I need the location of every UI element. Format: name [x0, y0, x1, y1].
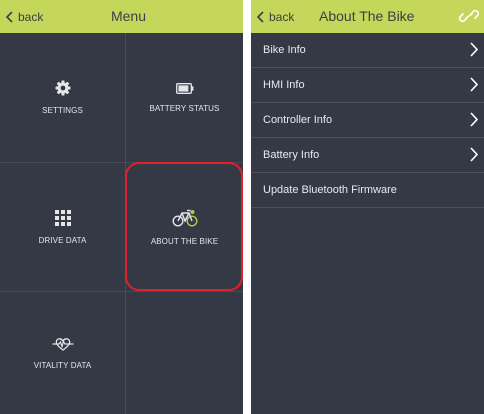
list-item-bike-info[interactable]: Bike Info [251, 33, 484, 68]
about-header: back About The Bike [251, 0, 484, 33]
list-item-label: Controller Info [263, 114, 333, 126]
tile-battery-status[interactable]: BATTERY STATUS [126, 33, 243, 162]
tile-label: BATTERY STATUS [149, 103, 220, 113]
bike-icon [171, 209, 198, 227]
chevron-left-icon [257, 10, 264, 23]
list-item-label: HMI Info [263, 79, 305, 91]
gear-icon [55, 80, 70, 96]
page-title: Menu [110, 8, 147, 24]
chevron-right-icon [470, 147, 478, 162]
menu-grid: SETTINGS BATTERY STATUS DRIVE DATA ABOUT… [0, 33, 243, 414]
tile-empty [126, 292, 243, 414]
tile-vitality-data[interactable]: VITALITY DATA [0, 292, 125, 414]
chevron-right-icon [470, 42, 478, 57]
menu-screen: back Menu SETTINGS BATTERY STATUS DRIVE … [0, 0, 243, 414]
list-item-battery-info[interactable]: Battery Info [251, 138, 484, 173]
back-button[interactable]: back [257, 0, 294, 33]
page-title: About The Bike [319, 8, 415, 24]
tile-label: SETTINGS [42, 106, 83, 115]
about-bike-screen: back About The Bike Bike Info HMI Info C… [251, 0, 484, 414]
about-list: Bike Info HMI Info Controller Info Batte… [251, 33, 484, 208]
chevron-right-icon [470, 77, 478, 92]
list-item-hmi-info[interactable]: HMI Info [251, 68, 484, 103]
grid-icon [54, 209, 71, 226]
heart-pulse-icon [52, 337, 73, 351]
tile-settings[interactable]: SETTINGS [0, 33, 125, 162]
tile-drive-data[interactable]: DRIVE DATA [0, 163, 125, 291]
list-item-update-bluetooth-firmware[interactable]: Update Bluetooth Firmware [251, 173, 484, 208]
list-item-controller-info[interactable]: Controller Info [251, 103, 484, 138]
menu-header: back Menu [0, 0, 243, 33]
battery-icon [175, 82, 193, 94]
list-item-label: Bike Info [263, 44, 306, 56]
back-label: back [269, 9, 295, 24]
link-icon[interactable] [458, 6, 480, 26]
tile-label: ABOUT THE BIKE [150, 236, 219, 246]
tile-about-the-bike[interactable]: ABOUT THE BIKE [126, 163, 243, 291]
list-item-label: Update Bluetooth Firmware [263, 184, 397, 196]
chevron-right-icon [470, 112, 478, 127]
tile-label: VITALITY DATA [33, 360, 92, 370]
tile-label: DRIVE DATA [38, 235, 87, 245]
list-item-label: Battery Info [263, 149, 320, 161]
